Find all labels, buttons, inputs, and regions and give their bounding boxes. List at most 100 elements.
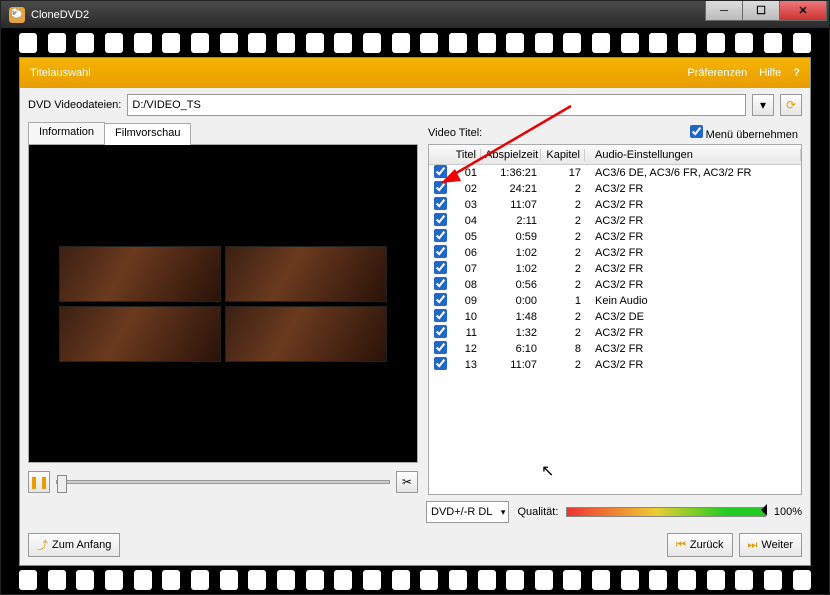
cell-kapitel: 17: [541, 167, 585, 179]
cell-kapitel: 1: [541, 295, 585, 307]
cell-titel: 03: [451, 199, 481, 211]
prefs-link[interactable]: Präferenzen: [687, 67, 747, 79]
col-kapitel[interactable]: Kapitel: [541, 149, 585, 161]
row-checkbox[interactable]: [434, 165, 447, 178]
titlebar: 🐑 CloneDVD2 ─ ☐ ✕: [1, 1, 829, 29]
cell-titel: 13: [451, 359, 481, 371]
cell-time: 0:56: [481, 279, 541, 291]
cell-titel: 08: [451, 279, 481, 291]
app-icon: 🐑: [9, 7, 25, 23]
thumbnail: [225, 246, 387, 302]
table-row[interactable]: 1311:072AC3/2 FR: [429, 357, 801, 373]
cell-titel: 01: [451, 167, 481, 179]
thumbnail: [59, 306, 221, 362]
table-row[interactable]: 090:001Kein Audio: [429, 293, 801, 309]
table-row[interactable]: 042:112AC3/2 FR: [429, 213, 801, 229]
cell-audio: AC3/2 FR: [585, 183, 801, 195]
cell-time: 1:48: [481, 311, 541, 323]
quality-bar: [566, 507, 765, 517]
media-select[interactable]: DVD+/-R DL: [426, 501, 509, 523]
cell-audio: AC3/2 FR: [585, 327, 801, 339]
cell-time: 1:36:21: [481, 167, 541, 179]
cell-audio: AC3/2 FR: [585, 279, 801, 291]
cell-titel: 06: [451, 247, 481, 259]
pause-button[interactable]: ❚❚: [28, 471, 50, 493]
row-checkbox[interactable]: [434, 277, 447, 290]
row-checkbox[interactable]: [434, 261, 447, 274]
preview-scrubber[interactable]: [56, 480, 390, 484]
col-audio[interactable]: Audio-Einstellungen: [585, 149, 801, 161]
quality-percent: 100%: [774, 506, 802, 518]
table-row[interactable]: 061:022AC3/2 FR: [429, 245, 801, 261]
row-checkbox[interactable]: [434, 309, 447, 322]
cell-time: 11:07: [481, 199, 541, 211]
cell-time: 11:07: [481, 359, 541, 371]
cell-titel: 07: [451, 263, 481, 275]
col-abspielzeit[interactable]: Abspielzeit: [481, 149, 541, 161]
refresh-button[interactable]: ⟳: [780, 94, 802, 116]
path-input[interactable]: [127, 94, 746, 116]
help-link[interactable]: Hilfe: [759, 67, 781, 79]
filmstrip-top: [1, 29, 829, 57]
back-button[interactable]: ⏮Zurück: [667, 533, 733, 557]
table-row[interactable]: 0311:072AC3/2 FR: [429, 197, 801, 213]
close-button[interactable]: ✕: [779, 1, 827, 21]
cell-kapitel: 2: [541, 215, 585, 227]
titles-table: Titel Abspielzeit Kapitel Audio-Einstell…: [428, 144, 802, 495]
cell-time: 0:00: [481, 295, 541, 307]
minimize-button[interactable]: ─: [705, 1, 743, 21]
row-checkbox[interactable]: [434, 229, 447, 242]
start-button[interactable]: ⤴Zum Anfang: [28, 533, 120, 557]
table-row[interactable]: 0224:212AC3/2 FR: [429, 181, 801, 197]
row-checkbox[interactable]: [434, 245, 447, 258]
cell-kapitel: 2: [541, 231, 585, 243]
table-row[interactable]: 101:482AC3/2 DE: [429, 309, 801, 325]
table-row[interactable]: 050:592AC3/2 FR: [429, 229, 801, 245]
next-button[interactable]: ⏭Weiter: [739, 533, 803, 557]
video-preview: [28, 144, 418, 463]
col-titel[interactable]: Titel: [451, 149, 481, 161]
cell-audio: AC3/6 DE, AC3/6 FR, AC3/2 FR: [585, 167, 801, 179]
scissors-button[interactable]: ✂: [396, 471, 418, 493]
maximize-button[interactable]: ☐: [742, 1, 780, 21]
row-checkbox[interactable]: [434, 341, 447, 354]
row-checkbox[interactable]: [434, 357, 447, 370]
cell-audio: AC3/2 FR: [585, 247, 801, 259]
cell-time: 2:11: [481, 215, 541, 227]
cell-titel: 02: [451, 183, 481, 195]
row-checkbox[interactable]: [434, 293, 447, 306]
table-row[interactable]: 111:322AC3/2 FR: [429, 325, 801, 341]
path-dropdown-button[interactable]: ▾: [752, 94, 774, 116]
cell-kapitel: 2: [541, 327, 585, 339]
cell-audio: AC3/2 DE: [585, 311, 801, 323]
window-title: CloneDVD2: [31, 9, 89, 21]
cell-kapitel: 2: [541, 279, 585, 291]
cell-kapitel: 2: [541, 359, 585, 371]
video-titles-label: Video Titel:: [428, 127, 482, 139]
table-row[interactable]: 071:022AC3/2 FR: [429, 261, 801, 277]
cell-time: 1:02: [481, 263, 541, 275]
tab-information[interactable]: Information: [28, 122, 105, 144]
cursor-icon: ↖: [541, 461, 554, 481]
cell-audio: Kein Audio: [585, 295, 801, 307]
tab-preview[interactable]: Filmvorschau: [104, 123, 191, 145]
row-checkbox[interactable]: [434, 325, 447, 338]
cell-kapitel: 2: [541, 183, 585, 195]
table-row[interactable]: 126:108AC3/2 FR: [429, 341, 801, 357]
help-icon[interactable]: ?: [793, 67, 800, 79]
cell-audio: AC3/2 FR: [585, 359, 801, 371]
table-row[interactable]: 011:36:2117AC3/6 DE, AC3/6 FR, AC3/2 FR: [429, 165, 801, 181]
cell-time: 6:10: [481, 343, 541, 355]
row-checkbox[interactable]: [434, 181, 447, 194]
section-header: Titelauswahl Präferenzen Hilfe ?: [20, 58, 810, 88]
cell-kapitel: 2: [541, 311, 585, 323]
row-checkbox[interactable]: [434, 197, 447, 210]
row-checkbox[interactable]: [434, 213, 447, 226]
cell-titel: 04: [451, 215, 481, 227]
cell-audio: AC3/2 FR: [585, 231, 801, 243]
table-row[interactable]: 080:562AC3/2 FR: [429, 277, 801, 293]
cell-audio: AC3/2 FR: [585, 215, 801, 227]
cell-audio: AC3/2 FR: [585, 263, 801, 275]
cell-titel: 10: [451, 311, 481, 323]
menu-checkbox[interactable]: Menü übernehmen: [690, 125, 798, 141]
